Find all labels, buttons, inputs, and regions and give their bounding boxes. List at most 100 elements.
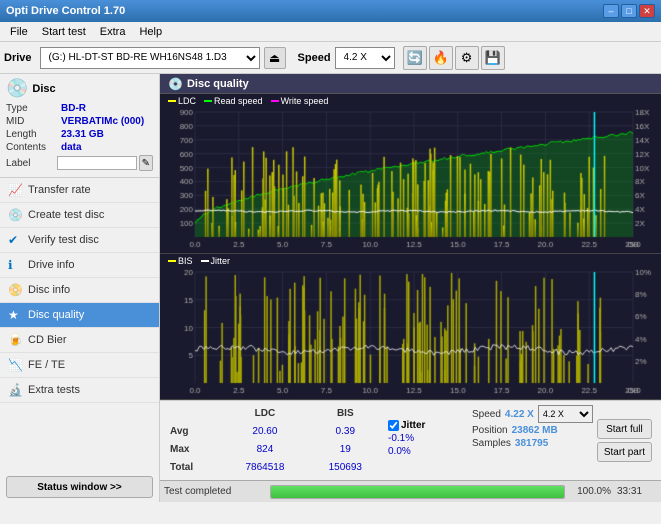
- start-part-button[interactable]: Start part: [597, 442, 652, 462]
- nav-label-verify-disc: Verify test disc: [28, 234, 99, 246]
- sidebar-item-cd-bier[interactable]: 🍺 CD Bier: [0, 328, 159, 353]
- title-bar: Opti Drive Control 1.70 – □ ✕: [0, 0, 661, 22]
- disc-length-row: Length 23.31 GB: [6, 129, 153, 140]
- disc-label: Disc: [32, 83, 55, 95]
- legend2-bis: BIS: [168, 256, 193, 266]
- status-text: Test completed: [164, 486, 264, 497]
- menu-help[interactable]: Help: [133, 24, 168, 40]
- nav-label-cd-bier: CD Bier: [28, 334, 67, 346]
- charts-container: LDCRead speedWrite speed BISJitter: [160, 94, 661, 400]
- disc-type-row: Type BD-R: [6, 103, 153, 114]
- sidebar-item-extra-tests[interactable]: 🔬 Extra tests: [0, 378, 159, 403]
- drive-bar: Drive (G:) HL-DT-ST BD-RE WH16NS48 1.D3 …: [0, 42, 661, 74]
- disc-mid-row: MID VERBATIMc (000): [6, 116, 153, 127]
- nav-label-extra-tests: Extra tests: [28, 384, 80, 396]
- legend1-write-speed: Write speed: [271, 96, 329, 106]
- jitter-label: Jitter: [401, 420, 425, 431]
- stats-bar: LDC BIS Avg 20.60 0.39 Max 824 19 Total …: [160, 400, 661, 480]
- jitter-checkbox[interactable]: [388, 420, 399, 431]
- nav-icon-extra-tests: 🔬: [8, 383, 22, 397]
- nav-icon-transfer-rate: 📈: [8, 183, 22, 197]
- type-label: Type: [6, 103, 61, 114]
- progress-time: 33:31: [617, 486, 657, 497]
- refresh-button[interactable]: 🔄: [403, 46, 427, 70]
- legend1-read-speed: Read speed: [204, 96, 263, 106]
- close-button[interactable]: ✕: [639, 4, 655, 18]
- speed-row-label: Speed: [472, 409, 501, 420]
- disc-label-row: Label ✎: [6, 155, 153, 171]
- samples-label: Samples: [472, 438, 511, 449]
- avg-ldc: 20.60: [223, 423, 306, 439]
- menu-file[interactable]: File: [4, 24, 34, 40]
- stats-table: LDC BIS Avg 20.60 0.39 Max 824 19 Total …: [164, 403, 384, 478]
- sidebar-item-disc-quality[interactable]: ★ Disc quality: [0, 303, 159, 328]
- nav-icon-disc-info: 📀: [8, 283, 22, 297]
- nav-icon-fe-te: 📉: [8, 358, 22, 372]
- jitter-section: Jitter -0.1% 0.0%: [388, 403, 468, 478]
- save-button[interactable]: 💾: [481, 46, 505, 70]
- samples-row: Samples 381795: [472, 438, 593, 449]
- sidebar-item-drive-info[interactable]: ℹ Drive info: [0, 253, 159, 278]
- nav-label-disc-quality: Disc quality: [28, 309, 84, 321]
- maximize-button[interactable]: □: [621, 4, 637, 18]
- jitter-avg-value: -0.1%: [388, 433, 468, 444]
- disc-quality-icon: 💿: [168, 77, 183, 91]
- speed-row-select[interactable]: 4.2 X: [538, 405, 593, 423]
- nav-icon-cd-bier: 🍺: [8, 333, 22, 347]
- content-header: 💿 Disc quality: [160, 74, 661, 94]
- samples-value: 381795: [515, 438, 548, 449]
- window-controls: – □ ✕: [603, 4, 655, 18]
- max-label: Max: [166, 442, 221, 458]
- eject-button[interactable]: ⏏: [264, 47, 286, 69]
- content-title: Disc quality: [187, 78, 249, 90]
- drive-select[interactable]: (G:) HL-DT-ST BD-RE WH16NS48 1.D3: [40, 47, 260, 69]
- speed-row-value: 4.22 X: [505, 409, 534, 420]
- main-layout: 💿 Disc Type BD-R MID VERBATIMc (000) Len…: [0, 74, 661, 502]
- total-label: Total: [166, 460, 221, 476]
- chart1-wrapper: LDCRead speedWrite speed: [160, 94, 661, 254]
- sidebar: 💿 Disc Type BD-R MID VERBATIMc (000) Len…: [0, 74, 160, 502]
- app-title: Opti Drive Control 1.70: [6, 5, 125, 17]
- bis-header: BIS: [309, 405, 382, 421]
- menu-bar: File Start test Extra Help: [0, 22, 661, 42]
- nav-label-fe-te: FE / TE: [28, 359, 65, 371]
- sidebar-item-verify-disc[interactable]: ✔ Verify test disc: [0, 228, 159, 253]
- status-window-button[interactable]: Status window >>: [6, 476, 153, 498]
- nav-icon-disc-quality: ★: [8, 308, 22, 322]
- chart2-canvas: [160, 254, 661, 399]
- contents-label: Contents: [6, 142, 61, 153]
- speed-row: Speed 4.22 X 4.2 X: [472, 405, 593, 423]
- nav-icon-drive-info: ℹ: [8, 258, 22, 272]
- mid-label: MID: [6, 116, 61, 127]
- length-value: 23.31 GB: [61, 129, 104, 140]
- progress-bar-container: Test completed 100.0% 33:31: [160, 480, 661, 502]
- menu-extra[interactable]: Extra: [94, 24, 132, 40]
- speed-section: Speed 4.22 X 4.2 X Position 23862 MB Sam…: [472, 403, 593, 478]
- sidebar-item-create-test[interactable]: 💿 Create test disc: [0, 203, 159, 228]
- sidebar-item-transfer-rate[interactable]: 📈 Transfer rate: [0, 178, 159, 203]
- disc-panel-header: 💿 Disc: [6, 78, 153, 99]
- max-bis: 19: [309, 442, 382, 458]
- contents-value: data: [61, 142, 82, 153]
- sidebar-item-disc-info[interactable]: 📀 Disc info: [0, 278, 159, 303]
- progress-fill: [271, 486, 564, 498]
- chart1-legend: LDCRead speedWrite speed: [168, 96, 328, 106]
- speed-select[interactable]: 4.2 X: [335, 47, 395, 69]
- start-full-button[interactable]: Start full: [597, 419, 652, 439]
- sidebar-item-fe-te[interactable]: 📉 FE / TE: [0, 353, 159, 378]
- burn-button[interactable]: 🔥: [429, 46, 453, 70]
- sidebar-nav: 📈 Transfer rate💿 Create test disc✔ Verif…: [0, 178, 159, 472]
- legend2-jitter: Jitter: [201, 256, 231, 266]
- settings-button[interactable]: ⚙: [455, 46, 479, 70]
- label-edit-button[interactable]: ✎: [139, 155, 153, 171]
- avg-bis: 0.39: [309, 423, 382, 439]
- nav-label-create-test: Create test disc: [28, 209, 104, 221]
- position-label: Position: [472, 425, 508, 436]
- minimize-button[interactable]: –: [603, 4, 619, 18]
- drive-label: Drive: [4, 52, 32, 64]
- chart1-canvas: [160, 94, 661, 253]
- action-buttons: Start full Start part: [597, 403, 652, 478]
- menu-start-test[interactable]: Start test: [36, 24, 92, 40]
- label-input[interactable]: [57, 156, 137, 170]
- nav-icon-verify-disc: ✔: [8, 233, 22, 247]
